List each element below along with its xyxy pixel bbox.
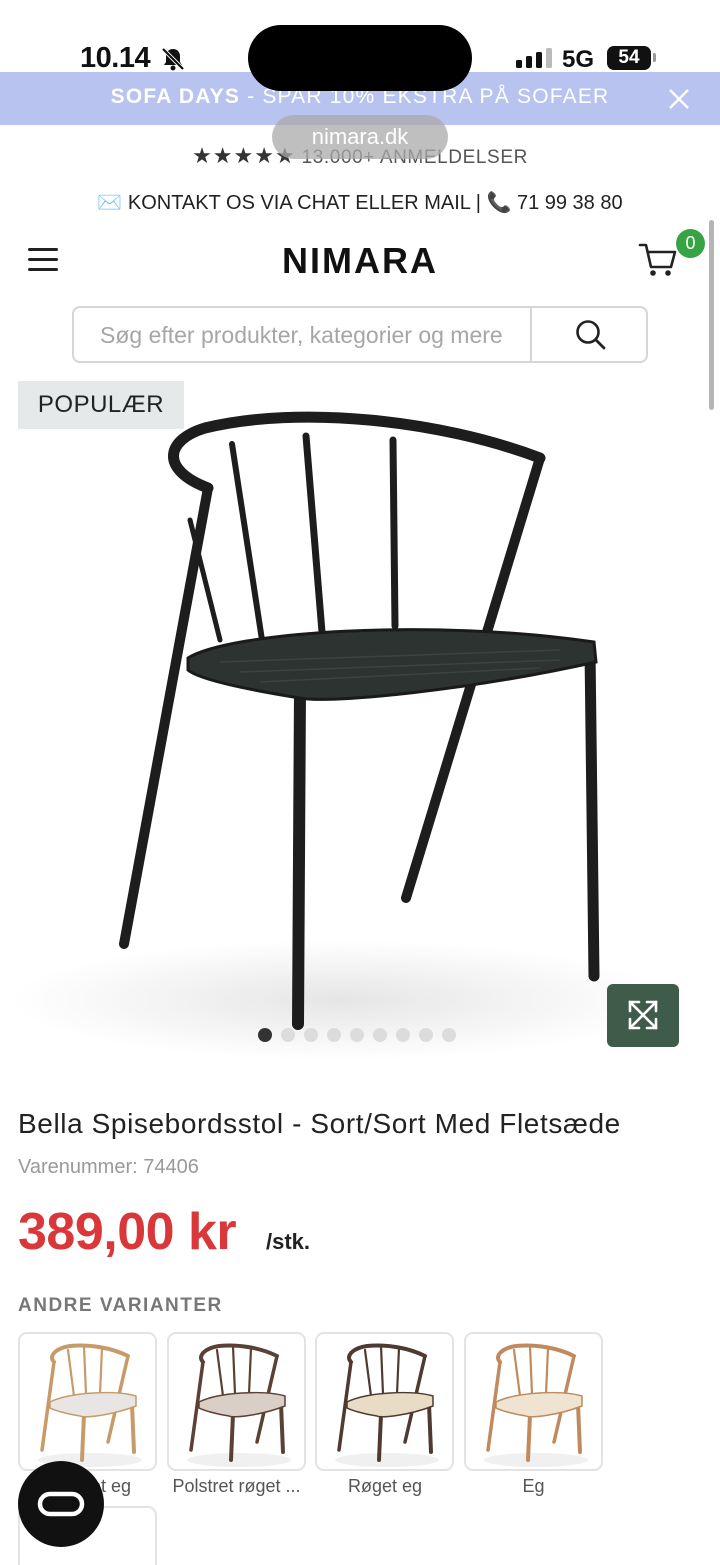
site-logo[interactable]: NIMARA [0,240,720,282]
page-scrollbar[interactable] [709,220,714,410]
chair-thumbnail [186,1343,291,1467]
carousel-dot[interactable] [442,1028,456,1042]
carousel-dot[interactable] [350,1028,364,1042]
chat-button[interactable] [18,1461,104,1547]
url-pill[interactable]: nimara.dk [272,115,448,159]
carousel-dot[interactable] [327,1028,341,1042]
variant-thumbnail[interactable] [166,1332,306,1471]
search-bar [72,306,648,363]
contact-line[interactable]: ✉️ KONTAKT OS VIA CHAT ELLER MAIL | 📞 71… [0,190,720,215]
chat-icon [37,1491,85,1517]
carousel-dot[interactable] [419,1028,433,1042]
price-unit: /stk. [266,1229,311,1254]
expand-icon [628,1000,658,1030]
search-button[interactable] [532,308,646,361]
variant-thumbnail[interactable] [18,1332,157,1471]
battery-icon: 54 [607,46,651,70]
variants-heading: ANDRE VARIANTER [18,1295,223,1316]
promo-highlight: SOFA DAYS [110,85,241,108]
carousel-dot[interactable] [396,1028,410,1042]
cart-count-badge: 0 [676,229,705,258]
product-title: Bella Spisebordsstol - Sort/Sort Med Fle… [18,1108,621,1139]
bell-muted-icon [161,47,185,71]
popular-badge: POPULÆR [18,381,184,429]
cart-icon[interactable] [638,240,678,280]
product-price: 389,00 kr [18,1203,237,1261]
chair-thumbnail [483,1343,588,1467]
variant-label: Røget eg [347,1476,423,1496]
dynamic-island [248,25,472,91]
product-image[interactable] [0,400,720,1060]
variant-label: Eg [522,1476,545,1496]
variant-thumbnail[interactable] [315,1332,454,1471]
product-sku: Varenummer: 74406 [18,1156,199,1178]
chair-thumbnail [38,1343,142,1467]
carousel-dot[interactable] [304,1028,318,1042]
close-icon[interactable] [668,88,690,110]
search-icon [576,320,606,350]
search-input[interactable] [100,320,510,350]
network-type: 5G [562,46,595,73]
variant-thumbnail[interactable] [463,1332,603,1471]
variant-label: Polstret røget ... [172,1476,301,1496]
chair-thumbnail [335,1343,439,1467]
carousel-dot[interactable] [281,1028,295,1042]
status-bar: 10.14 5G 54 [0,0,720,91]
expand-image-button[interactable] [607,984,679,1047]
carousel-dot[interactable] [373,1028,387,1042]
battery-tip [653,53,656,62]
carousel-dot[interactable] [258,1028,272,1042]
image-carousel-dots[interactable] [258,1028,456,1042]
status-time: 10.14 [80,42,151,74]
signal-icon [516,48,552,68]
